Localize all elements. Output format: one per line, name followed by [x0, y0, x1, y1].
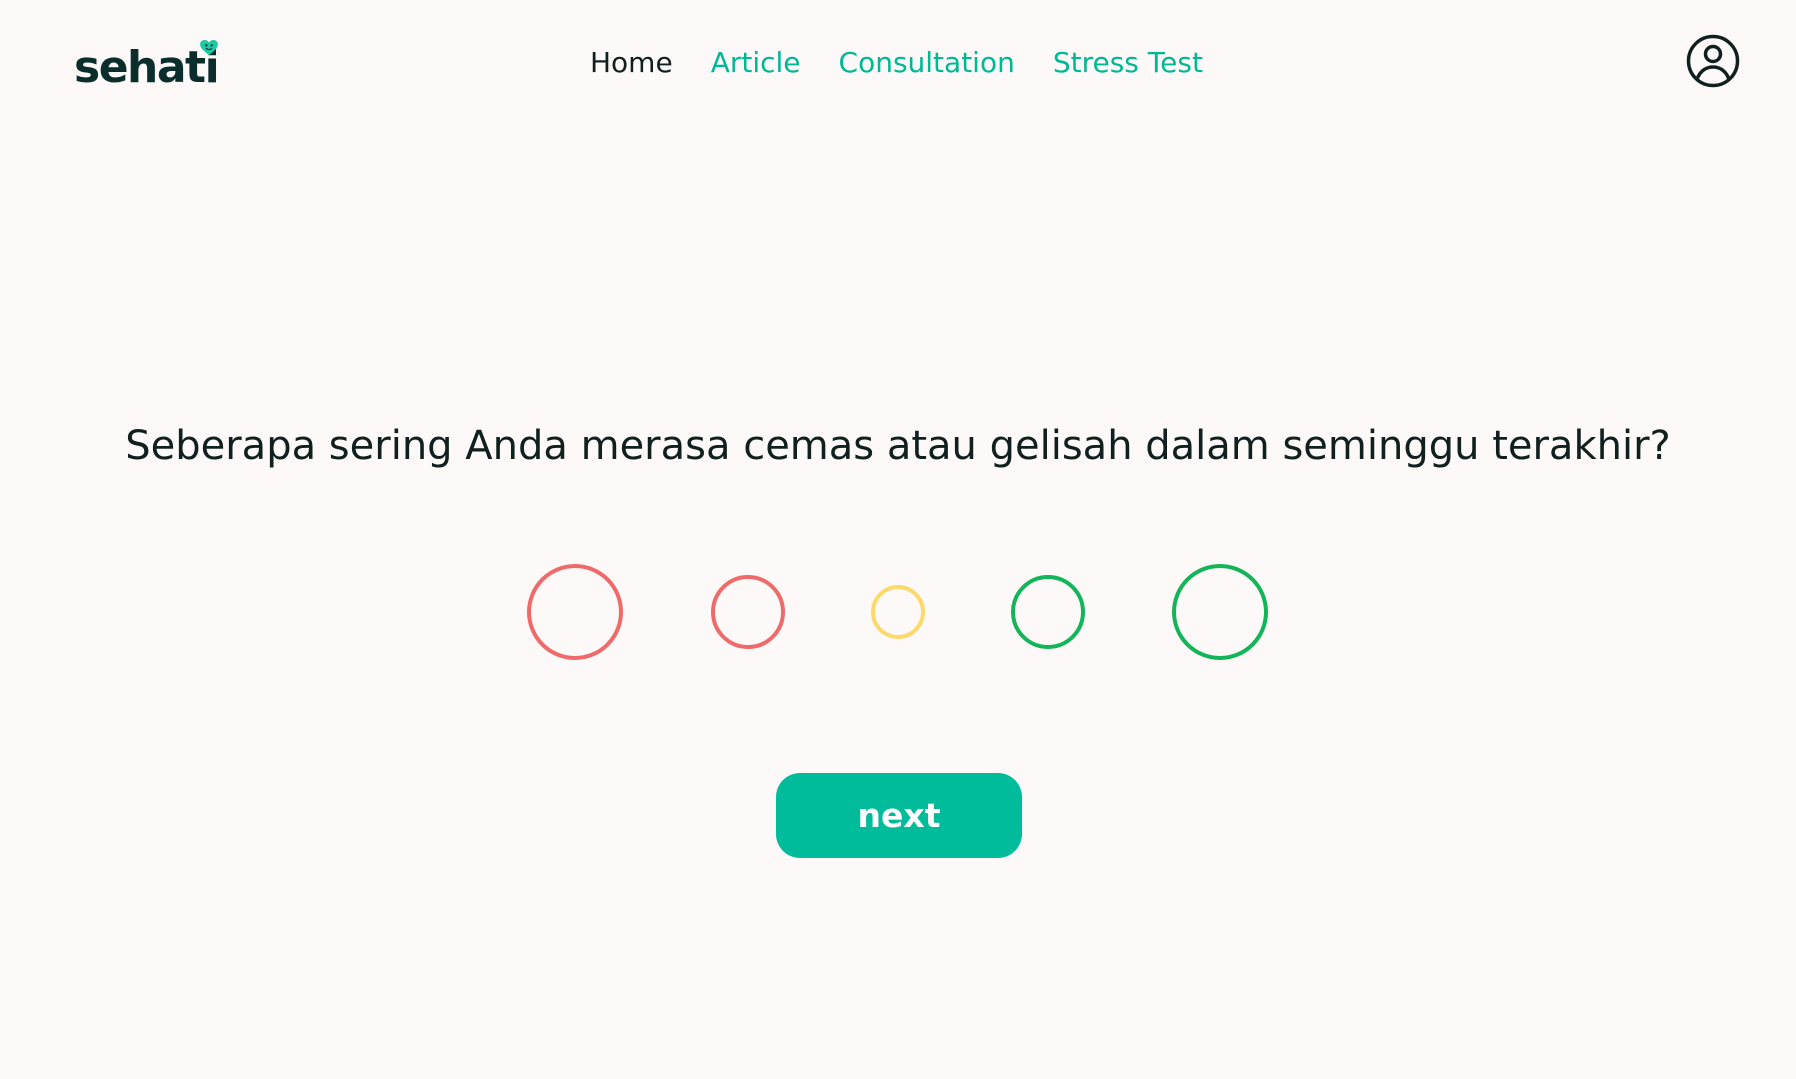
heart-icon — [200, 40, 219, 56]
nav-item-stress-test[interactable]: Stress Test — [1053, 49, 1203, 77]
question-text: Seberapa sering Anda merasa cemas atau g… — [125, 423, 1671, 469]
answer-scale — [0, 562, 1796, 662]
profile-button[interactable] — [1686, 34, 1740, 88]
logo[interactable]: sehati — [74, 34, 220, 93]
answer-option-5[interactable] — [1172, 564, 1268, 660]
nav-item-article[interactable]: Article — [711, 49, 801, 77]
site-header: sehati Home Article Consultation Stress … — [0, 0, 1796, 130]
main-nav: Home Article Consultation Stress Test — [590, 40, 1241, 86]
answer-option-2[interactable] — [711, 575, 785, 649]
answer-option-3[interactable] — [871, 585, 925, 639]
answer-option-4[interactable] — [1011, 575, 1085, 649]
logo-text: sehati — [74, 42, 220, 93]
user-circle-icon — [1686, 34, 1740, 88]
nav-item-consultation[interactable]: Consultation — [839, 49, 1015, 77]
nav-item-home[interactable]: Home — [590, 49, 673, 77]
next-button[interactable]: next — [776, 773, 1022, 858]
answer-option-1[interactable] — [527, 564, 623, 660]
